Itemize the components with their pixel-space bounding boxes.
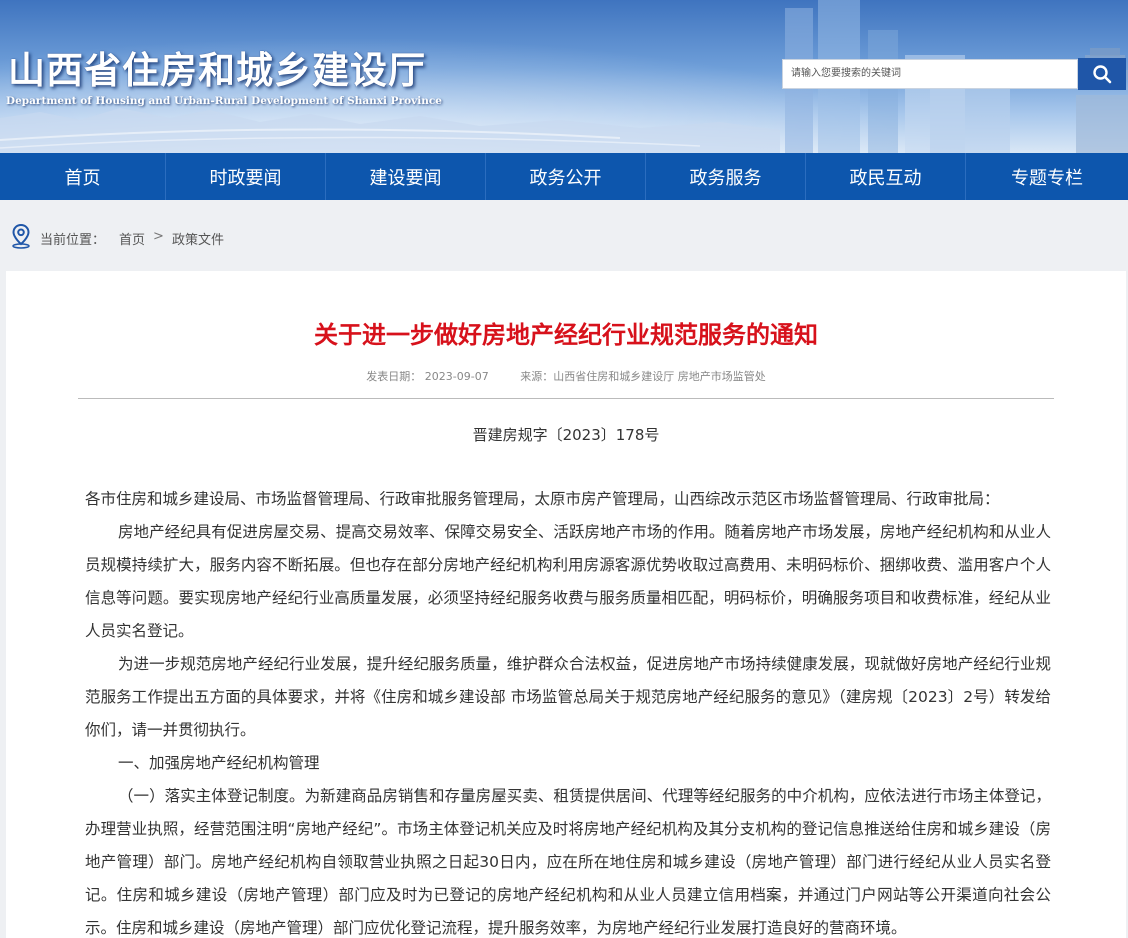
section-heading-1: 一、加强房地产经纪机构管理	[118, 754, 320, 772]
site-subtitle: Department of Housing and Urban-Rural De…	[6, 95, 442, 107]
site-title: 山西省住房和城乡建设厅	[8, 48, 426, 92]
nav-item-construction-news[interactable]: 建设要闻	[326, 153, 486, 200]
nav-item-political-news[interactable]: 时政要闻	[166, 153, 326, 200]
document-number: 晋建房规字〔2023〕178号	[472, 426, 660, 444]
paragraph-item-1: （一）落实主体登记制度。为新建商品房销售和存量房屋买卖、租赁提供居间、代理等经纪…	[85, 787, 1051, 937]
search-button[interactable]	[1078, 58, 1126, 90]
breadcrumb: 当前位置： 首页 > 政策文件	[40, 229, 224, 248]
paragraph-purpose: 为进一步规范房地产经纪行业发展，提升经纪服务质量，维护群众合法权益，促进房地产市…	[85, 655, 1051, 739]
nav-item-government-affairs[interactable]: 政务公开	[486, 153, 646, 200]
search-icon	[1093, 65, 1112, 84]
nav-item-special-topics[interactable]: 专题专栏	[966, 153, 1128, 200]
title-divider	[78, 398, 1054, 399]
main-nav: 首页 时政要闻 建设要闻 政务公开 政务服务 政民互动 专题专栏	[0, 153, 1128, 200]
nav-item-government-services[interactable]: 政务服务	[646, 153, 806, 200]
paragraph-background: 房地产经纪具有促进房屋交易、提高交易效率、保障交易安全、活跃房地产市场的作用。随…	[85, 523, 1051, 640]
article-meta: 发表日期： 2023-09-07 来源：山西省住房和城乡建设厅 房地产市场监管处	[6, 368, 1126, 384]
nav-item-public-interaction[interactable]: 政民互动	[806, 153, 966, 200]
article-date: 发表日期： 2023-09-07	[366, 370, 489, 383]
breadcrumb-link-home[interactable]: 首页	[119, 229, 145, 248]
header-banner: 山西省住房和城乡建设厅 Department of Housing and Ur…	[0, 0, 1128, 153]
breadcrumb-link-policy-documents[interactable]: 政策文件	[172, 229, 224, 248]
nav-item-home[interactable]: 首页	[0, 153, 166, 200]
article-title: 关于进一步做好房地产经纪行业规范服务的通知	[314, 321, 818, 349]
breadcrumb-label: 当前位置：	[40, 233, 106, 248]
breadcrumb-separator: >	[153, 229, 164, 244]
paragraph-addressees: 各市住房和城乡建设局、市场监督管理局、行政审批服务管理局，太原市房产管理局，山西…	[85, 490, 1000, 508]
article-panel: 关于进一步做好房地产经纪行业规范服务的通知 发表日期： 2023-09-07 来…	[6, 271, 1126, 938]
article-source: 来源：山西省住房和城乡建设厅 房地产市场监管处	[520, 370, 766, 383]
search-input[interactable]: 请输入您要搜索的关键词	[782, 59, 1078, 89]
article-body: 各市住房和城乡建设局、市场监督管理局、行政审批服务管理局，太原市房产管理局，山西…	[85, 483, 1051, 938]
location-pin-icon	[12, 223, 30, 249]
